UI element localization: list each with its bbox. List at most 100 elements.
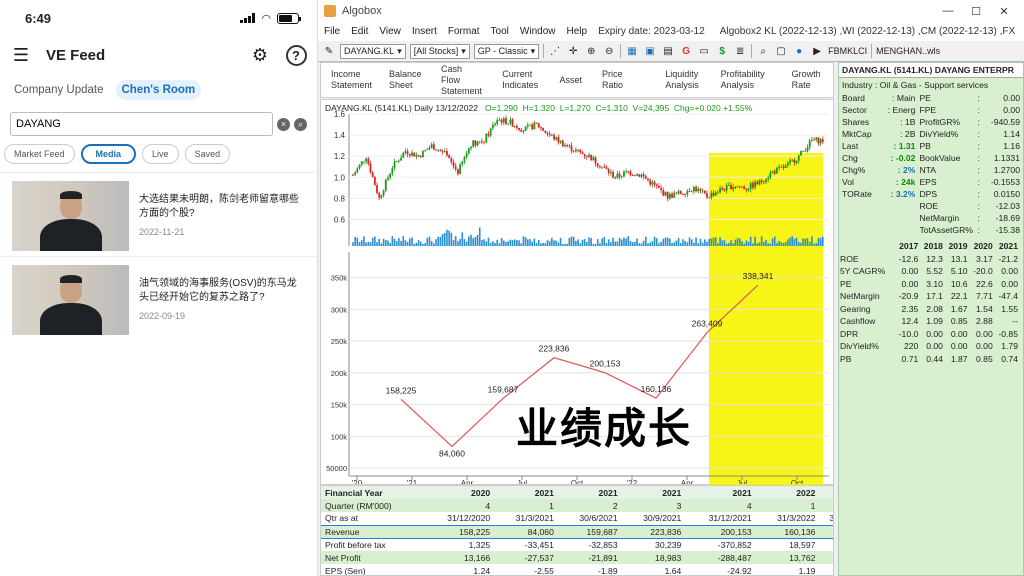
volume-bar [553, 240, 555, 246]
google-icon[interactable]: G [679, 44, 693, 58]
ratio-cell: 5.10 [950, 266, 968, 277]
menu-view[interactable]: View [379, 26, 401, 37]
tab-balance-sheet[interactable]: Balance Sheet [379, 69, 431, 91]
table-row[interactable]: Net Profit 13,166 -27,537 -21,891 18,983 -288… [321, 551, 833, 564]
tab-saved[interactable]: Saved [184, 144, 231, 164]
feed-title[interactable]: 油气领域的海事服务(OSV)的东马龙头已经开始它的复苏之路了? [139, 277, 305, 305]
ratio-cell: PE [840, 278, 852, 289]
table-row[interactable]: Quarter (RM'000) 4 1 2 3 4 1 [321, 499, 833, 512]
app-icon [324, 5, 336, 17]
tab-cash-flow[interactable]: Cash Flow Statement [431, 64, 492, 97]
volume-bar [406, 241, 409, 246]
menu-icon[interactable]: ☰ [10, 44, 32, 66]
style-select[interactable]: GP - Classic ▾ [473, 43, 540, 59]
menu-insert[interactable]: Insert [412, 26, 437, 37]
volume-bar [426, 237, 429, 246]
filter-icon[interactable]: ⚙ [249, 44, 271, 66]
volume-bar [804, 238, 807, 246]
menu-help[interactable]: Help [566, 26, 587, 37]
menu-format[interactable]: Format [448, 26, 480, 37]
draw-icon[interactable]: ⋰ [548, 44, 562, 58]
user-label[interactable]: MENGHAN..wls [876, 46, 940, 56]
menu-window[interactable]: Window [520, 26, 556, 37]
volume-bar [531, 241, 533, 246]
tab-market-feed[interactable]: Market Feed [4, 144, 75, 164]
volume-bar [675, 240, 678, 246]
volume-bar [354, 236, 356, 246]
minimize-button[interactable]: — [934, 5, 962, 17]
grid-icon[interactable]: ▤ [661, 44, 675, 58]
list-icon[interactable]: ≣ [733, 44, 747, 58]
table-row[interactable]: Revenue 158,225 84,060 159,687 223,836 200,15… [321, 524, 833, 539]
chat-icon[interactable]: ● [792, 44, 806, 58]
volume-bar [640, 243, 643, 246]
search-input[interactable] [10, 112, 273, 136]
status-bar: 6:49 ◠ [0, 0, 317, 36]
edit-icon[interactable]: ✎ [322, 44, 336, 58]
tab-liquidity[interactable]: Liquidity Analysis [655, 69, 710, 91]
candle-body [397, 160, 400, 162]
candle-body [732, 187, 735, 190]
volume-bar [738, 238, 741, 246]
table-row[interactable]: EPS (Sen) 1.24 -2.55 -1.89 1.64 -24.92 1.19 [321, 564, 833, 575]
video-thumbnail[interactable] [12, 181, 129, 251]
table-row[interactable]: Qtr as at 31/12/2020 31/3/2021 30/6/2021 30/… [321, 512, 833, 525]
tab-price-ratio[interactable]: Price Ratio [592, 69, 655, 91]
volume-bar [784, 241, 787, 246]
tab-chens-room[interactable]: Chen's Room [115, 80, 202, 100]
stat-value: : 24k [895, 177, 916, 187]
symbol-select[interactable]: DAYANG.KL ▾ [340, 43, 406, 59]
dollar-icon[interactable]: $ [715, 44, 729, 58]
chart-area[interactable]: 1.6 1.4 1.2 1.0 0.8 0.6 350k 300k 250k 200k 150k 10… [320, 99, 834, 486]
financial-table[interactable]: Financial Year 2020 2021 2021 2021 2021 2022 Qu… [320, 485, 834, 576]
crosshair-icon[interactable]: ✛ [566, 44, 580, 58]
chart-icon[interactable]: ▦ [625, 44, 639, 58]
clear-icon[interactable]: × [277, 117, 290, 131]
volume-bar [623, 237, 625, 246]
clipboard-icon[interactable]: ▢ [774, 44, 788, 58]
tab-current-indicates[interactable]: Current Indicates [492, 69, 549, 91]
tab-media[interactable]: Media [80, 144, 137, 164]
menu-tool[interactable]: Tool [491, 26, 509, 37]
feed-item[interactable]: 油气领域的海事服务(OSV)的东马龙头已经开始它的复苏之路了? 2022-09-… [0, 256, 317, 340]
tab-income-statement[interactable]: Income Statement [321, 69, 379, 91]
video-icon[interactable]: ▶ [810, 44, 824, 58]
stocks-select[interactable]: [All Stocks] ▾ [409, 43, 470, 59]
close-button[interactable]: ✕ [990, 5, 1018, 18]
scan-icon[interactable]: ⌕ [756, 44, 770, 58]
feed-title[interactable]: 大选结果未明朗，陈剑老师留意哪些方面的个股? [139, 193, 305, 221]
tab-live[interactable]: Live [142, 144, 179, 164]
monitor-icon[interactable]: ▭ [697, 44, 711, 58]
tab-company-update[interactable]: Company Update [10, 80, 108, 100]
table-row[interactable]: Profit before tax 1,325 -33,451 -32,853 30,2… [321, 538, 833, 551]
candle-body [791, 159, 794, 161]
tab-asset[interactable]: Asset [550, 75, 593, 86]
save-icon[interactable]: ▣ [643, 44, 657, 58]
zoom-in-icon[interactable]: ⊕ [584, 44, 598, 58]
help-icon[interactable]: ? [285, 44, 307, 66]
candle-body [500, 119, 503, 123]
price-tick-label: 0.6 [334, 215, 346, 224]
menu-bar: File Edit View Insert Format Tool Window… [318, 22, 1024, 41]
volume-bar [642, 240, 645, 246]
menu-edit[interactable]: Edit [351, 26, 368, 37]
stat-value: : [977, 225, 980, 235]
cell: 158,225 [423, 524, 495, 539]
cell: 2022 [755, 486, 820, 499]
tab-growth-rate[interactable]: Growth Rate [782, 69, 833, 91]
feed-item[interactable]: 大选结果未明朗，陈剑老师留意哪些方面的个股? 2022-11-21 [0, 172, 317, 256]
menu-file[interactable]: File [324, 26, 340, 37]
cell: -1.89 [557, 564, 622, 575]
maximize-button[interactable]: ☐ [962, 5, 990, 18]
candle-body [714, 192, 717, 196]
volume-bar [760, 236, 763, 246]
tab-profitability[interactable]: Profitability Analysis [711, 69, 782, 91]
search-icon[interactable]: ⌕ [294, 117, 307, 131]
table-header[interactable]: Financial Year 2020 2021 2021 2021 2021 2022 [321, 486, 833, 499]
volume-bar [723, 240, 726, 246]
fbm-index[interactable]: FBMKLCI [828, 46, 867, 56]
ratio-cell: 13.1 [950, 253, 968, 264]
volume-bar [483, 239, 485, 246]
video-thumbnail[interactable] [12, 265, 129, 335]
zoom-out-icon[interactable]: ⊖ [602, 44, 616, 58]
